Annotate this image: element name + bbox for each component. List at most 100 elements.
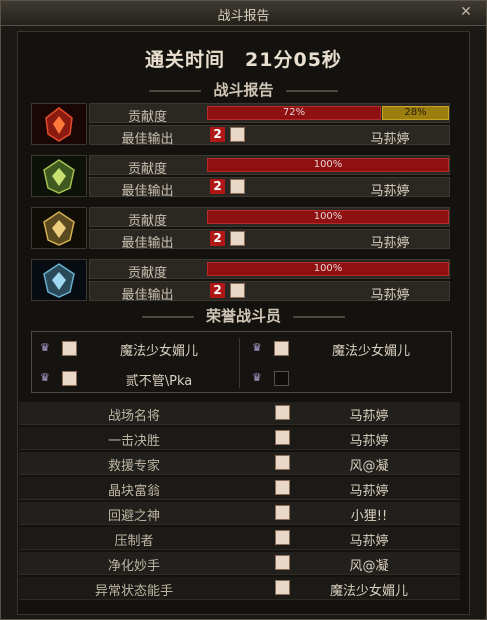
best-damage-row: 最佳输出 2 马荪婷 [89,125,450,147]
award-row: 战场名将 马荪婷 [19,402,460,425]
member-name: 贰不管\Pka [125,374,193,389]
player-avatar [275,455,290,470]
player-avatar [275,480,290,495]
blue-boss-icon [31,259,87,301]
player-avatar [275,405,290,420]
player-avatar [275,530,290,545]
count-badge: 2 [210,179,225,194]
honor-member-empty: ♛ [244,366,448,392]
best-player-name: 马荪婷 [370,236,410,251]
member-name: 魔法少女媚儿 [331,344,410,359]
contribution-label: 贡献度 [127,266,167,281]
boss-block-2: 贡献度 100% 最佳输出 2 马荪婷 [29,155,450,199]
award-title: 回避之神 [107,509,160,524]
clear-time: 通关时间 21分05秒 [145,49,342,71]
medal-icon: ♛ [40,371,50,384]
player-avatar [230,283,245,298]
award-row: 异常状态能手 魔法少女媚儿 [19,577,460,600]
count-badge: 2 [210,127,225,142]
player-avatar [275,505,290,520]
empty-slot [274,371,289,386]
best-damage-label: 最佳输出 [121,184,174,199]
award-player: 马荪婷 [349,434,389,449]
honor-member[interactable]: ♛ 魔法少女媚儿 [244,336,448,362]
award-row: 救援专家 风@凝 [19,452,460,475]
best-player-name: 马荪婷 [370,184,410,199]
player-avatar [275,430,290,445]
award-player: 马荪婷 [349,534,389,549]
best-damage-label: 最佳输出 [121,132,174,147]
player-avatar [62,371,77,386]
award-title: 一击决胜 [107,434,160,449]
best-player-name: 马荪婷 [370,132,410,147]
award-player: 小狸!! [350,509,388,524]
award-title: 战场名将 [107,409,160,424]
award-player: 风@凝 [349,459,389,474]
boss-block-3: 贡献度 100% 最佳输出 2 马荪婷 [29,207,450,251]
ornament-left [149,89,202,92]
player-avatar [274,341,289,356]
battle-report-window: 战斗报告 ✕ 通关时间 21分05秒 战斗报告 贡献度 72% 28% 最佳输出… [0,0,487,620]
window-title: 战斗报告 [217,9,270,24]
contribution-label: 贡献度 [127,110,167,125]
contribution-bar: 100% [207,158,449,172]
contribution-row: 贡献度 100% [89,259,450,281]
best-player-name: 马荪婷 [370,288,410,303]
best-damage-label: 最佳输出 [121,288,174,303]
medal-icon: ♛ [252,371,262,384]
contribution-label: 贡献度 [127,214,167,229]
best-damage-label: 最佳输出 [121,236,174,251]
awards-list: 战场名将 马荪婷 一击决胜 马荪婷 救援专家 风@凝 晶块富翁 马荪婷 回避之神 小狸!!… [19,402,460,602]
award-title: 净化妙手 [107,559,160,574]
contribution-label: 贡献度 [127,162,167,177]
player-avatar [62,341,77,356]
award-row: 一击决胜 马荪婷 [19,427,460,450]
award-title: 压制者 [114,534,154,549]
divider [239,338,240,388]
title-bar[interactable]: 战斗报告 ✕ [1,1,486,26]
contribution-row: 贡献度 100% [89,155,450,177]
contribution-row: 贡献度 72% 28% [89,103,450,125]
gold-boss-icon [31,207,87,249]
member-name: 魔法少女媚儿 [119,344,198,359]
award-player: 马荪婷 [349,484,389,499]
contribution-row: 贡献度 100% [89,207,450,229]
honor-member[interactable]: ♛ 贰不管\Pka [32,366,236,392]
award-player: 魔法少女媚儿 [329,584,408,599]
red-boss-icon [31,103,87,145]
award-row: 晶块富翁 马荪婷 [19,477,460,500]
boss-block-1: 贡献度 72% 28% 最佳输出 2 马荪婷 [29,103,450,147]
green-boss-icon [31,155,87,197]
medal-icon: ♛ [252,341,262,354]
player-avatar [275,580,290,595]
best-damage-row: 最佳输出 2 马荪婷 [89,177,450,199]
close-icon[interactable]: ✕ [458,4,474,20]
best-damage-row: 最佳输出 2 马荪婷 [89,229,450,251]
ornament-right [285,89,338,92]
award-player: 风@凝 [349,559,389,574]
boss-block-4: 贡献度 100% 最佳输出 2 马荪婷 [29,259,450,303]
player-avatar [275,555,290,570]
award-title: 晶块富翁 [107,484,160,499]
contribution-bar: 72% [207,106,381,120]
player-avatar [230,179,245,194]
ornament-left [141,315,194,318]
player-avatar [230,127,245,142]
award-row: 回避之神 小狸!! [19,502,460,525]
award-row: 净化妙手 风@凝 [19,552,460,575]
award-row: 压制者 马荪婷 [19,527,460,550]
ornament-right [293,315,345,318]
honor-members-panel: ♛ 魔法少女媚儿 ♛ 魔法少女媚儿 ♛ 贰不管\Pka ♛ [31,331,452,393]
count-badge: 2 [210,231,225,246]
best-damage-row: 最佳输出 2 马荪婷 [89,281,450,303]
award-player: 马荪婷 [349,409,389,424]
medal-icon: ♛ [40,341,50,354]
contribution-bar-second: 28% [382,106,449,120]
honor-member[interactable]: ♛ 魔法少女媚儿 [32,336,236,362]
count-badge: 2 [210,283,225,298]
award-title: 救援专家 [107,459,160,474]
battle-section-title: 战斗报告 [1,79,486,100]
contribution-bar: 100% [207,210,449,224]
contribution-bar: 100% [207,262,449,276]
player-avatar [230,231,245,246]
